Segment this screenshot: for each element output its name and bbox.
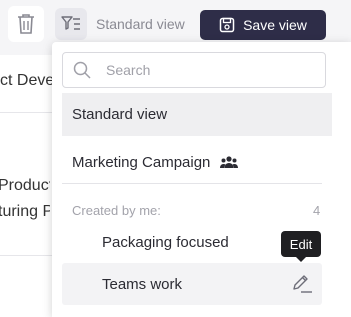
created-by-me-label: Created by me: [72, 203, 161, 218]
search-box[interactable] [62, 52, 326, 88]
background-project-text: ct Develo [0, 72, 52, 89]
background-manufacturing-text: turing P [0, 203, 50, 220]
search-input[interactable] [104, 61, 308, 79]
shared-team-icon [220, 156, 239, 168]
view-option-packaging-focused[interactable]: Packaging focused [102, 234, 229, 251]
view-option-label: Marketing Campaign [72, 153, 211, 171]
filter-lines-icon [61, 16, 80, 30]
search-icon [73, 61, 91, 79]
section-divider [62, 183, 322, 184]
view-option-standard[interactable]: Standard view [62, 93, 332, 136]
created-by-me-count: 4 [313, 203, 321, 218]
current-view-name: Standard view [96, 16, 185, 32]
background-divider [0, 255, 52, 256]
tooltip-text: Edit [289, 236, 313, 252]
background-product-text: Product [0, 177, 50, 194]
save-view-button[interactable]: Save view [200, 10, 326, 40]
delete-button[interactable] [8, 6, 44, 42]
trash-icon [18, 14, 34, 34]
view-option-label: Teams work [102, 276, 183, 293]
edit-tooltip: Edit [281, 231, 321, 262]
views-dropdown: Standard view Marketing Campaign Created… [52, 42, 351, 317]
background-divider [0, 112, 52, 113]
view-option-teams-work[interactable]: Teams work [62, 263, 322, 305]
save-view-label: Save view [243, 17, 307, 33]
view-option-label: Standard view [72, 106, 168, 123]
view-filter-button[interactable] [55, 8, 87, 40]
save-icon [219, 17, 235, 33]
edit-icon[interactable] [290, 273, 314, 295]
view-option-marketing-campaign[interactable]: Marketing Campaign [62, 142, 332, 182]
